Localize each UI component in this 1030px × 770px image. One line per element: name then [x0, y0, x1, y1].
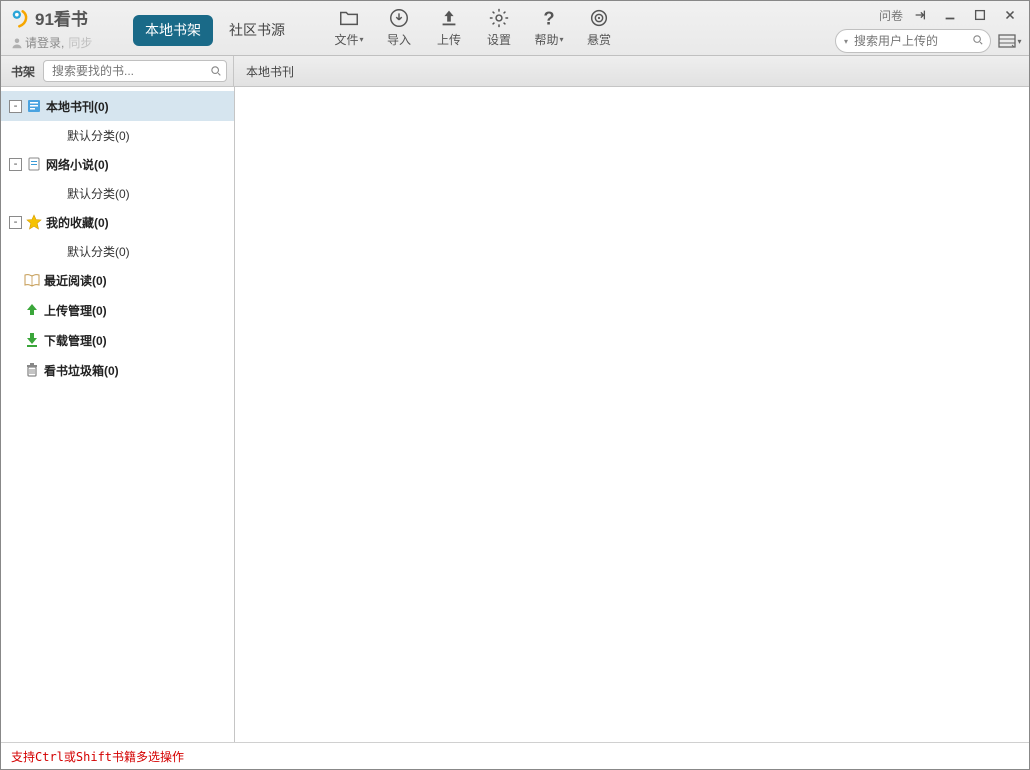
book-blue-icon: [26, 98, 42, 114]
content-title: 本地书刊: [234, 63, 294, 80]
sidebar-tree: - 本地书刊(0) 默认分类(0) - 网络小说(0): [1, 87, 234, 385]
footer-hint: 支持Ctrl或Shift书籍多选操作: [11, 748, 184, 765]
upload-button[interactable]: 上传: [425, 6, 473, 48]
gear-icon: [487, 6, 511, 30]
import-icon: [387, 6, 411, 30]
subheader-left: 书架: [1, 56, 234, 86]
import-button[interactable]: 导入: [375, 6, 423, 48]
bounty-label: 悬赏: [587, 31, 611, 48]
tree-node-recent[interactable]: - 最近阅读(0): [1, 265, 234, 295]
settings-button[interactable]: 设置: [475, 6, 523, 48]
tree-child-label: 默认分类(0): [67, 185, 130, 202]
tree-node-trash[interactable]: - 看书垃圾箱(0): [1, 355, 234, 385]
collapse-icon[interactable]: -: [9, 216, 22, 229]
chevron-down-icon[interactable]: ▾: [844, 37, 848, 46]
upload-icon: [437, 6, 461, 30]
upload-green-icon: [24, 302, 40, 318]
titlebar: 91看书 请登录, 同步 本地书架 社区书源 文件▾: [1, 1, 1029, 56]
survey-link[interactable]: 问卷: [879, 7, 903, 24]
tree-label: 本地书刊(0): [46, 98, 109, 115]
collapse-icon[interactable]: -: [9, 100, 22, 113]
spacer: -: [9, 335, 20, 346]
file-button[interactable]: 文件▾: [325, 6, 373, 48]
tab-community[interactable]: 社区书源: [217, 15, 297, 46]
login-row: 请登录, 同步: [11, 34, 121, 51]
star-icon: [26, 214, 42, 230]
tree-label: 下载管理(0): [44, 332, 107, 349]
tree-node-web-novel[interactable]: - 网络小说(0): [1, 149, 234, 179]
window-controls: 问卷: [879, 3, 1025, 27]
help-icon: ?: [537, 6, 561, 30]
close-button[interactable]: [995, 5, 1025, 25]
tree-label: 看书垃圾箱(0): [44, 362, 119, 379]
titlebar-right: 问卷 ▾: [835, 1, 1029, 55]
trash-icon: [24, 362, 40, 378]
tab-local-shelf[interactable]: 本地书架: [133, 15, 213, 46]
tree-child-label: 默认分类(0): [67, 243, 130, 260]
spacer: -: [9, 305, 20, 316]
search-icon[interactable]: [210, 65, 222, 78]
main-tabs: 本地书架 社区书源: [133, 15, 297, 46]
tree-node-favorites[interactable]: - 我的收藏(0): [1, 207, 234, 237]
help-button[interactable]: ? 帮助▾: [525, 6, 573, 48]
folder-icon: [337, 6, 361, 30]
tree-child-default-1[interactable]: 默认分类(0): [1, 121, 234, 149]
upload-label: 上传: [437, 31, 461, 48]
tree-label: 网络小说(0): [46, 156, 109, 173]
tree-child-default-2[interactable]: 默认分类(0): [1, 179, 234, 207]
body: - 本地书刊(0) 默认分类(0) - 网络小说(0): [1, 87, 1029, 742]
toolbar: 文件▾ 导入 上传 设置 ?: [325, 6, 623, 48]
logo-block: 91看书 请登录, 同步: [1, 1, 129, 51]
spacer: -: [9, 275, 20, 286]
view-toggle-button[interactable]: ▾: [997, 31, 1023, 51]
tree-child-default-3[interactable]: 默认分类(0): [1, 237, 234, 265]
help-label: 帮助: [534, 31, 558, 48]
sidebar-search-box[interactable]: [43, 60, 227, 82]
shelf-title: 书架: [11, 63, 35, 80]
tree-label: 我的收藏(0): [46, 214, 109, 231]
top-search-box[interactable]: ▾: [835, 29, 991, 53]
pin-button[interactable]: [905, 5, 935, 25]
subheader: 书架 本地书刊: [1, 56, 1029, 87]
sync-link[interactable]: 同步: [68, 34, 92, 51]
settings-label: 设置: [487, 31, 511, 48]
file-label: 文件: [334, 31, 358, 48]
bounty-button[interactable]: 悬赏: [575, 6, 623, 48]
tree-label: 上传管理(0): [44, 302, 107, 319]
sidebar: - 本地书刊(0) 默认分类(0) - 网络小说(0): [1, 87, 235, 742]
target-icon: [587, 6, 611, 30]
top-search-input[interactable]: [852, 33, 972, 49]
collapse-icon[interactable]: -: [9, 158, 22, 171]
maximize-button[interactable]: [965, 5, 995, 25]
app-title: 91看书: [35, 5, 88, 30]
footer: 支持Ctrl或Shift书籍多选操作: [1, 742, 1029, 769]
top-search-row: ▾ ▾: [835, 29, 1023, 53]
import-label: 导入: [387, 31, 411, 48]
login-link[interactable]: 请登录,: [25, 34, 64, 51]
logo-icon: [11, 8, 31, 28]
tree-node-local-books[interactable]: - 本地书刊(0): [1, 91, 234, 121]
tree-node-download-manage[interactable]: - 下载管理(0): [1, 325, 234, 355]
tree-label: 最近阅读(0): [44, 272, 107, 289]
app-logo: 91看书: [11, 5, 121, 30]
content-area: [235, 87, 1029, 742]
search-icon[interactable]: [972, 34, 984, 48]
app-window: 91看书 请登录, 同步 本地书架 社区书源 文件▾: [0, 0, 1030, 770]
tree-node-upload-manage[interactable]: - 上传管理(0): [1, 295, 234, 325]
open-book-icon: [24, 272, 40, 288]
person-icon: [11, 37, 23, 49]
download-green-icon: [24, 332, 40, 348]
minimize-button[interactable]: [935, 5, 965, 25]
spacer: -: [9, 365, 20, 376]
svg-text:?: ?: [543, 7, 554, 28]
tree-child-label: 默认分类(0): [67, 127, 130, 144]
page-icon: [26, 156, 42, 172]
sidebar-search-input[interactable]: [50, 63, 210, 79]
